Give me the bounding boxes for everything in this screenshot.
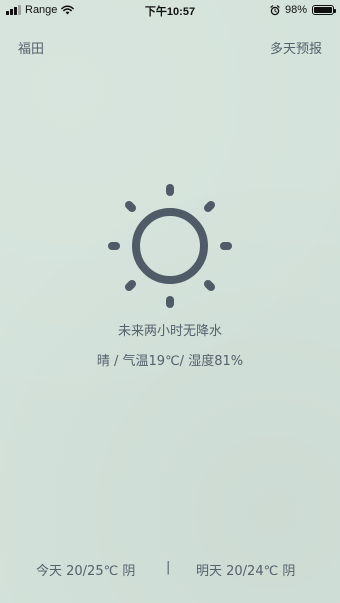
weather-screen: Range 下午10:57 98% 福田 多天预报 未来两小时无降水 晴 / 气…	[0, 0, 340, 603]
battery-fill	[314, 7, 332, 13]
alarm-icon	[270, 4, 280, 15]
sun-icon	[108, 184, 232, 308]
multi-day-forecast-link[interactable]: 多天预报	[270, 38, 322, 57]
status-bar: Range 下午10:57 98%	[0, 0, 340, 20]
city-name[interactable]: 福田	[18, 38, 44, 57]
today-summary: 今天 20/25℃ 阴	[36, 564, 136, 579]
summary-divider: |	[166, 560, 171, 575]
status-bar-right: 98%	[270, 3, 336, 17]
tomorrow-summary: 明天 20/24℃ 阴	[196, 564, 296, 579]
precipitation-forecast: 未来两小时无降水	[117, 324, 222, 339]
battery-icon	[312, 5, 336, 15]
current-conditions: 晴 / 气温19℃/ 湿度81%	[96, 354, 244, 369]
daily-summary-bar: 今天 20/25℃ 阴 | 明天 20/24℃ 阴	[0, 560, 340, 579]
battery-percent: 98%	[284, 4, 307, 16]
